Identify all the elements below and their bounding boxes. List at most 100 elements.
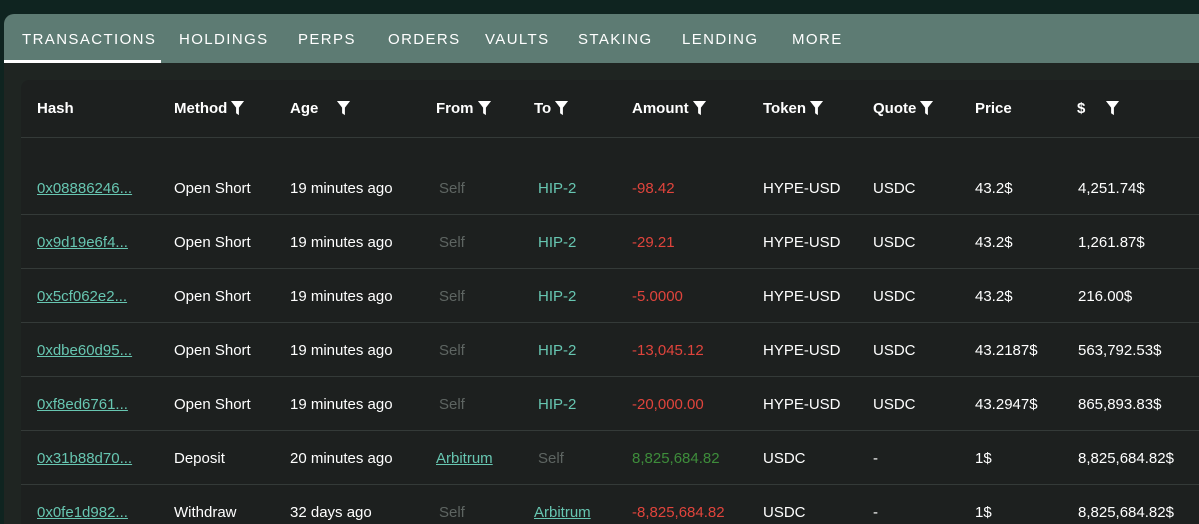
tx-hash-link[interactable]: 0x31b88d70... <box>37 450 132 467</box>
price-cell: 43.2$ <box>975 234 1013 251</box>
to-cell: Self <box>538 450 564 467</box>
usd-value-cell: 8,825,684.82$ <box>1078 504 1174 521</box>
tab-lending[interactable]: LENDING <box>682 31 758 48</box>
tx-hash-link[interactable]: 0x08886246... <box>37 180 132 197</box>
usd-value-cell: 563,792.53$ <box>1078 342 1162 359</box>
to-cell: HIP-2 <box>538 234 577 251</box>
usd-value-cell: 8,825,684.82$ <box>1078 450 1174 467</box>
column-label-to: To <box>534 100 552 117</box>
column-label-price: Price <box>975 100 1012 117</box>
column-label-method: Method <box>174 100 228 117</box>
age-cell: 19 minutes ago <box>290 396 393 413</box>
from-cell: Self <box>439 234 465 251</box>
usd-value-cell: 4,251.74$ <box>1078 180 1145 197</box>
method-cell: Open Short <box>174 180 251 197</box>
method-cell: Deposit <box>174 450 225 467</box>
from-link[interactable]: Arbitrum <box>436 450 493 467</box>
to-cell: HIP-2 <box>538 180 577 197</box>
to-link[interactable]: Arbitrum <box>534 504 591 521</box>
token-cell: HYPE-USD <box>763 180 841 197</box>
column-label-amount: Amount <box>632 100 689 117</box>
filter-icon[interactable] <box>919 100 934 117</box>
table-row: 0xdbe60d95... Open Short 19 minutes ago … <box>21 323 1199 377</box>
quote-cell: USDC <box>873 342 916 359</box>
explorer-frame: TRANSACTIONS HOLDINGS PERPS ORDERS VAULT… <box>4 14 1199 524</box>
usd-value-cell: 865,893.83$ <box>1078 396 1162 413</box>
quote-cell: USDC <box>873 180 916 197</box>
to-cell: HIP-2 <box>538 396 577 413</box>
age-cell: 19 minutes ago <box>290 288 393 305</box>
amount-cell: -20,000.00 <box>632 396 704 413</box>
column-label-token: Token <box>763 100 807 117</box>
column-label-hash: Hash <box>37 100 74 117</box>
method-cell: Open Short <box>174 288 251 305</box>
to-cell: HIP-2 <box>538 288 577 305</box>
tab-staking[interactable]: STAKING <box>578 31 653 48</box>
filter-icon[interactable] <box>336 100 351 117</box>
column-header-price: Price <box>975 100 1012 117</box>
tab-orders[interactable]: ORDERS <box>388 31 461 48</box>
filter-icon[interactable] <box>477 100 492 117</box>
amount-cell: -98.42 <box>632 180 675 197</box>
tab-holdings[interactable]: HOLDINGS <box>179 31 269 48</box>
price-cell: 1$ <box>975 450 992 467</box>
amount-cell: -13,045.12 <box>632 342 704 359</box>
token-cell: USDC <box>763 504 806 521</box>
column-label-from: From <box>436 100 474 117</box>
column-header-from: From <box>436 100 492 117</box>
filter-icon[interactable] <box>230 100 245 117</box>
tab-transactions[interactable]: TRANSACTIONS <box>22 31 156 48</box>
tx-hash-link[interactable]: 0x9d19e6f4... <box>37 234 128 251</box>
price-cell: 43.2$ <box>975 288 1013 305</box>
age-cell: 20 minutes ago <box>290 450 393 467</box>
quote-cell: USDC <box>873 396 916 413</box>
age-cell: 19 minutes ago <box>290 342 393 359</box>
tx-hash-link[interactable]: 0xf8ed6761... <box>37 396 128 413</box>
filter-icon[interactable] <box>809 100 824 117</box>
method-cell: Withdraw <box>174 504 237 521</box>
table-row: 0x5cf062e2... Open Short 19 minutes ago … <box>21 269 1199 323</box>
column-header-token: Token <box>763 100 824 117</box>
tab-bar: TRANSACTIONS HOLDINGS PERPS ORDERS VAULT… <box>4 14 1199 63</box>
price-cell: 1$ <box>975 504 992 521</box>
quote-cell: USDC <box>873 288 916 305</box>
token-cell: HYPE-USD <box>763 396 841 413</box>
table-row: 0x08886246... Open Short 19 minutes ago … <box>21 161 1199 215</box>
column-label-age: Age <box>290 100 319 117</box>
age-cell: 19 minutes ago <box>290 234 393 251</box>
tab-perps[interactable]: PERPS <box>298 31 356 48</box>
filter-icon[interactable] <box>1105 100 1120 117</box>
from-cell: Self <box>439 342 465 359</box>
filter-icon[interactable] <box>554 100 569 117</box>
from-cell: Self <box>439 288 465 305</box>
tx-hash-link[interactable]: 0x5cf062e2... <box>37 288 127 305</box>
usd-value-cell: 1,261.87$ <box>1078 234 1145 251</box>
tx-hash-link[interactable]: 0x0fe1d982... <box>37 504 128 521</box>
column-header-method: Method <box>174 100 245 117</box>
price-cell: 43.2947$ <box>975 396 1038 413</box>
table-row: 0x31b88d70... Deposit 20 minutes ago Arb… <box>21 431 1199 485</box>
from-cell: Self <box>439 180 465 197</box>
column-header-age: Age <box>290 100 351 117</box>
token-cell: HYPE-USD <box>763 342 841 359</box>
filter-icon[interactable] <box>692 100 707 117</box>
column-header-amount: Amount <box>632 100 707 117</box>
table-header: Hash Method Age From To Amount Token Quo… <box>21 80 1199 138</box>
column-label-usd: $ <box>1077 100 1086 117</box>
column-header-usd: $ <box>1077 100 1120 117</box>
table-row: 0xf8ed6761... Open Short 19 minutes ago … <box>21 377 1199 431</box>
quote-cell: USDC <box>873 234 916 251</box>
column-header-quote: Quote <box>873 100 934 117</box>
tab-more[interactable]: MORE <box>792 31 843 48</box>
amount-cell: -8,825,684.82 <box>632 504 725 521</box>
token-cell: USDC <box>763 450 806 467</box>
amount-cell: 8,825,684.82 <box>632 450 720 467</box>
from-cell: Self <box>439 504 465 521</box>
column-header-hash: Hash <box>37 100 74 117</box>
tab-vaults[interactable]: VAULTS <box>485 31 550 48</box>
usd-value-cell: 216.00$ <box>1078 288 1133 305</box>
column-header-to: To <box>534 100 569 117</box>
token-cell: HYPE-USD <box>763 234 841 251</box>
tx-hash-link[interactable]: 0xdbe60d95... <box>37 342 132 359</box>
method-cell: Open Short <box>174 342 251 359</box>
